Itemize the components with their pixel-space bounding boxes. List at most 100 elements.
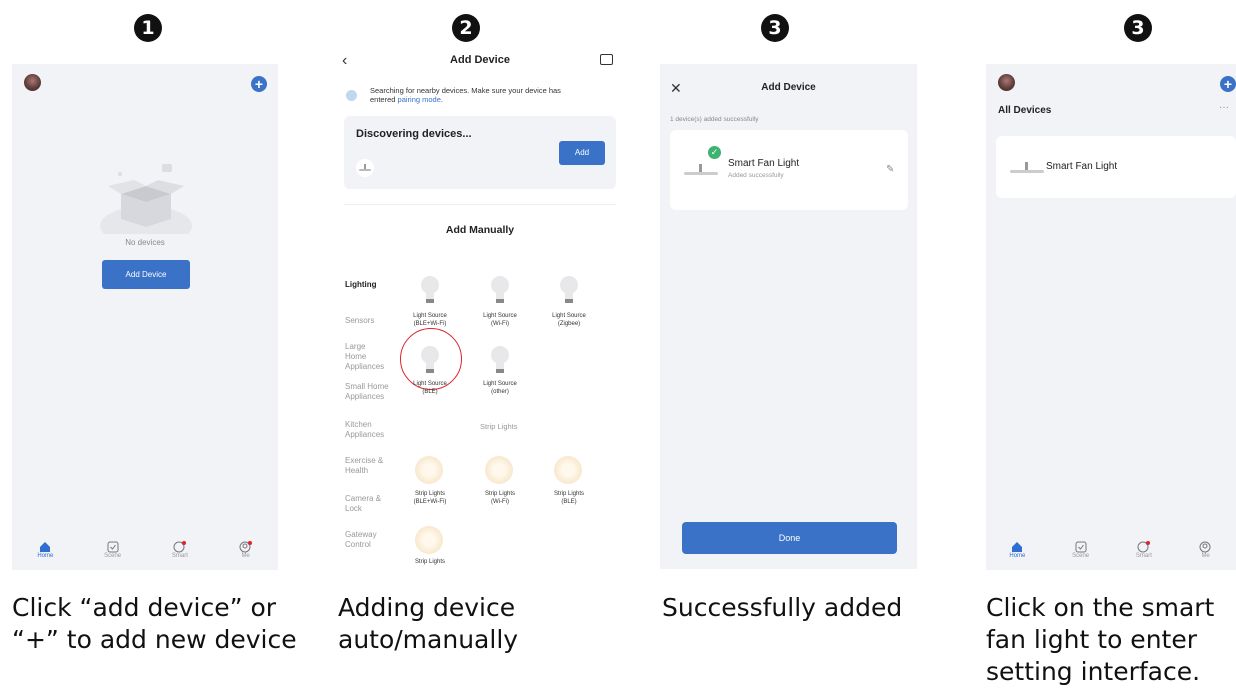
step-badge-3b: 3 [1124,14,1152,42]
device-strip[interactable]: Strip Lights [400,558,460,566]
nav-label: Home [37,553,54,559]
bulb-icon [419,274,441,311]
bulb-icon [558,274,580,311]
category-kitchen[interactable]: Kitchen Appliances [345,420,391,440]
smart-icon [1137,541,1150,553]
add-manually-title: Add Manually [445,224,515,236]
step-badge-1: 1 [134,14,162,42]
device-strip-ble[interactable]: Strip Lights (BLE) [539,490,599,506]
empty-box-icon [96,164,196,246]
device-label: Strip Lights [484,491,515,497]
success-count: 1 device(s) added successfully [670,116,759,123]
device-light-other[interactable]: Light Source (other) [470,380,530,396]
bottom-nav: Home Scene Smart Me [12,530,278,570]
bulb-icon [489,344,511,381]
strip-light-icon [415,526,443,554]
caption-line: Adding device [338,593,516,622]
searching-icon [346,90,357,101]
device-light-ble-wifi[interactable]: Light Source (BLE+Wi-Fi) [400,312,460,328]
done-button[interactable]: Done [682,522,897,554]
nav-scene[interactable]: Scene [1072,541,1089,559]
caption-line: Successfully added [662,593,903,622]
caption-step-4: Click on the smart fan light to enter sett… [986,592,1214,688]
strip-lights-header: Strip Lights [480,422,518,431]
device-label: Light Source [483,313,517,319]
plus-icon[interactable]: + [251,76,267,92]
category-lighting[interactable]: Lighting [345,280,377,290]
device-name: Smart Fan Light [1046,161,1118,172]
nav-label: Me [241,553,250,559]
device-sub: (Wi-Fi) [491,321,509,327]
category-small-home[interactable]: Small Home Appliances [345,382,395,402]
device-status: Added successfully [728,172,784,179]
screen-add-device: ‹ Add Device Searching for nearby device… [330,44,630,572]
caption-line: fan light to enter [986,625,1197,654]
device-sub: (other) [491,389,509,395]
device-light-zigbee[interactable]: Light Source (Zigbee) [539,312,599,328]
add-device-button[interactable]: Add Device [102,260,190,289]
scene-icon [1075,541,1087,553]
device-sub: (BLE) [422,389,438,395]
user-icon [239,541,252,553]
device-label: Light Source [552,313,586,319]
screen-home-empty: + No devices Add Device Home Scene Smart… [12,64,278,570]
caption-line: “+” to add new device [12,625,297,654]
page-title: Add Device [761,82,816,93]
nav-label: Me [1201,553,1210,559]
scan-icon[interactable] [600,54,613,65]
pairing-mode-link[interactable]: pairing mode [398,95,441,104]
nav-home[interactable]: Home [37,541,53,559]
device-name: Smart Fan Light [728,158,800,169]
more-icon[interactable]: ··· [1219,102,1229,113]
nav-label: Scene [104,553,122,559]
nav-label: Smart [171,553,188,559]
nav-home[interactable]: Home [1009,541,1025,559]
category-gateway[interactable]: Gateway Control [345,530,385,550]
device-label: Strip Lights [414,559,445,565]
device-strip-wifi[interactable]: Strip Lights (Wi-Fi) [470,490,530,506]
device-light-ble[interactable]: Light Source (BLE) [400,380,460,396]
device-label: Light Source [413,313,447,319]
nav-scene[interactable]: Scene [104,541,121,559]
caption-step-3: Successfully added [662,592,902,624]
device-light-wifi[interactable]: Light Source (Wi-Fi) [470,312,530,328]
strip-light-icon [485,456,513,484]
strip-light-icon [554,456,582,484]
category-large-home[interactable]: Large Home Appliances [345,342,384,372]
device-card[interactable]: Smart Fan Light [996,136,1236,198]
search-hint-line2: entered [370,95,398,104]
fan-light-thumb[interactable] [356,159,374,177]
search-hint-line1: Searching for nearby devices. Make sure … [370,86,561,95]
screen-added-success: ✕ Add Device 1 device(s) added successfu… [660,64,917,569]
device-sub: (Wi-Fi) [491,499,509,505]
add-button[interactable]: Add [559,141,605,165]
category-exercise[interactable]: Exercise & Health [345,456,385,476]
category-camera[interactable]: Camera & Lock [345,494,385,514]
nav-smart[interactable]: Smart [1136,541,1152,559]
avatar[interactable] [24,74,41,91]
nav-label: Home [1009,553,1026,559]
search-hint-end: . [440,95,443,104]
smart-icon [173,541,186,553]
device-sub: (BLE+Wi-Fi) [413,499,447,505]
nav-me[interactable]: Me [239,541,253,559]
category-list: Lighting Sensors Large Home Appliances S… [345,260,405,572]
caption-line: auto/manually [338,625,519,654]
user-icon [1199,541,1211,553]
nav-me[interactable]: Me [1199,541,1213,559]
section-title: All Devices [998,105,1052,116]
strip-light-icon [415,456,443,484]
home-icon [1012,542,1023,552]
plus-icon[interactable]: + [1220,76,1236,92]
category-sensors[interactable]: Sensors [345,316,393,326]
device-card[interactable]: ✓ Smart Fan Light Added successfully ✎ [670,130,908,210]
caption-line: Click “add device” or [12,593,277,622]
nav-smart[interactable]: Smart [172,541,188,559]
device-strip-ble-wifi[interactable]: Strip Lights (BLE+Wi-Fi) [400,490,460,506]
device-sub: (BLE) [561,499,577,505]
page-title: Add Device [450,54,510,66]
avatar[interactable] [998,74,1015,91]
edit-icon[interactable]: ✎ [886,164,894,175]
device-label: Light Source [483,381,517,387]
device-label: Light Source [413,381,447,387]
